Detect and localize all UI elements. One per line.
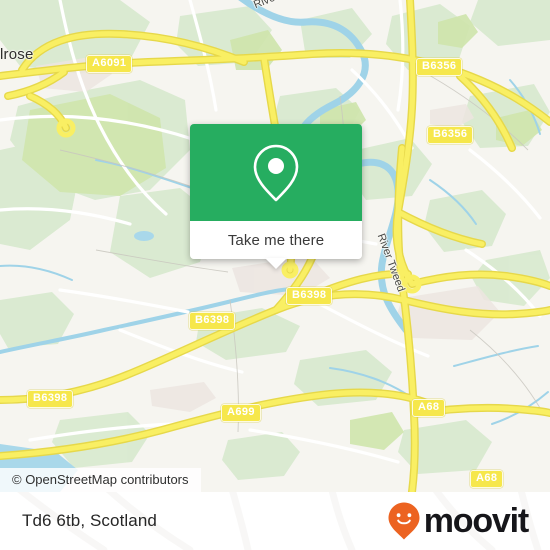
map-canvas[interactable]: lrose River Tweed River Tweed A6091 B635… xyxy=(0,0,550,492)
take-me-there-popup[interactable]: Take me there xyxy=(190,124,362,269)
road-shield-b6398-east[interactable]: B6398 xyxy=(286,287,333,305)
road-shield-b6356-south[interactable]: B6356 xyxy=(427,126,474,144)
road-shield-a6091[interactable]: A6091 xyxy=(86,55,133,73)
popup-footer[interactable]: Take me there xyxy=(190,221,362,269)
popup-pointer-tail xyxy=(265,258,287,269)
popup-image-panel xyxy=(190,124,362,221)
moovit-wordmark: moovit xyxy=(423,502,529,540)
moovit-logo[interactable]: moovit xyxy=(387,501,529,541)
road-shield-b6398-west[interactable]: B6398 xyxy=(27,390,74,408)
road-shield-b6398-mid[interactable]: B6398 xyxy=(189,312,236,330)
road-shield-a68-south[interactable]: A68 xyxy=(470,470,504,488)
take-me-there-label: Take me there xyxy=(227,231,325,249)
footer-bar: Td6 6tb, Scotland moovit xyxy=(0,492,550,550)
road-shield-a699[interactable]: A699 xyxy=(221,404,261,422)
moovit-pin-icon xyxy=(388,502,420,540)
location-title: Td6 6tb, Scotland xyxy=(22,511,157,530)
road-shield-b6356-north[interactable]: B6356 xyxy=(416,58,463,76)
map-pin-icon xyxy=(253,144,299,201)
osm-attribution[interactable]: © OpenStreetMap contributors xyxy=(0,468,201,492)
road-shield-a68-north[interactable]: A68 xyxy=(412,399,446,417)
moovit-map-screen: lrose River Tweed River Tweed A6091 B635… xyxy=(0,0,550,550)
